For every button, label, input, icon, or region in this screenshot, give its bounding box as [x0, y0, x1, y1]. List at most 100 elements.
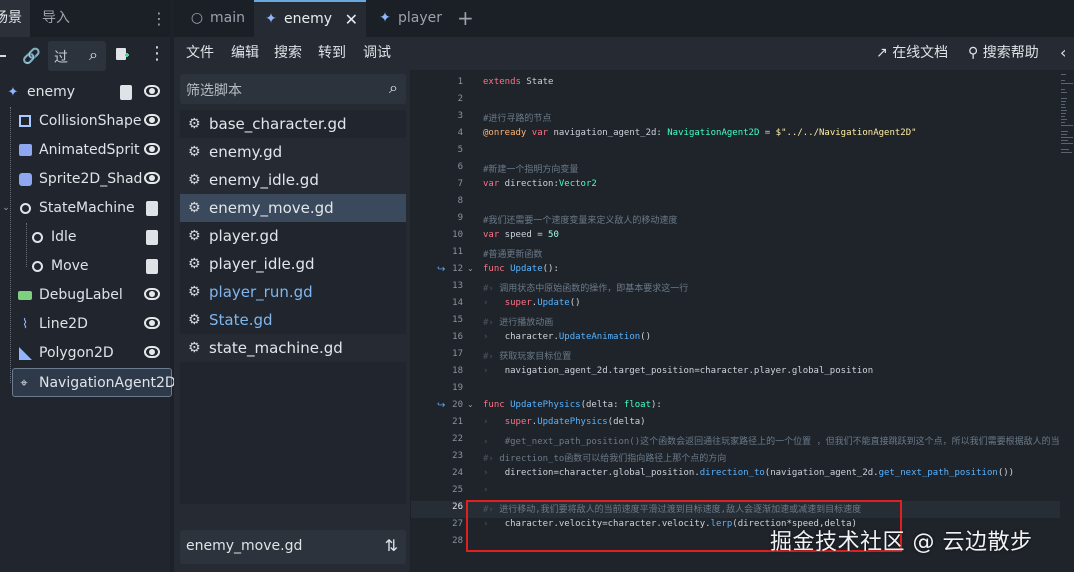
search-icon: ⌕ — [389, 78, 398, 97]
menu-goto[interactable]: 转到 — [318, 37, 346, 70]
scene-menu-icon[interactable]: ⋮ — [148, 44, 166, 64]
menu-file[interactable]: 文件 — [186, 37, 214, 70]
script-name: enemy_move.gd — [209, 199, 334, 217]
sort-icon[interactable]: ⇅ — [385, 536, 398, 555]
tab-import[interactable]: 导入 — [42, 0, 70, 37]
script-icon[interactable] — [120, 85, 132, 100]
minimap-line — [1061, 116, 1065, 117]
scene-node-line2d[interactable]: ⌇ Line2D — [0, 310, 170, 339]
visibility-eye-icon[interactable] — [144, 317, 160, 329]
node-label: CollisionShape — [39, 113, 142, 129]
script-list-item[interactable]: ⚙ base_character.gd — [180, 110, 406, 138]
script-name: State.gd — [209, 311, 273, 329]
tab-player[interactable]: ✦ player — [376, 0, 442, 37]
menu-edit[interactable]: 编辑 — [231, 37, 259, 70]
code-editor[interactable]: 1 2 3 4 5 6 7 8 9 10 11 12 ↪ ⌄ 13 14 15 16 17 18 19 20 ↪ ⌄ 21 22 2… — [411, 70, 1074, 572]
script-icon[interactable] — [146, 230, 158, 245]
node-label: Move — [51, 258, 89, 274]
tab-label: player — [398, 10, 443, 26]
line-number: 5 — [457, 145, 463, 155]
sprite-icon — [16, 165, 34, 197]
line-number: 13 — [452, 281, 463, 291]
visibility-eye-icon[interactable] — [144, 143, 160, 155]
gear-icon: ⚙ — [188, 340, 201, 356]
line-number: 19 — [452, 383, 463, 393]
scene-node-debuglabel[interactable]: DebugLabel — [0, 281, 170, 310]
code-line: @onready var navigation_agent_2d: Naviga… — [483, 128, 917, 138]
script-list-item[interactable]: ⚙ State.gd — [180, 306, 406, 334]
minimap-line — [1061, 131, 1069, 132]
node-circle-icon — [16, 194, 34, 225]
scene-node-animatedsprite[interactable]: AnimatedSprit — [0, 136, 170, 165]
script-icon[interactable] — [146, 259, 158, 274]
line-number: 15 — [452, 315, 463, 325]
script-list-item[interactable]: ⚙ enemy_move.gd — [180, 194, 406, 222]
node-circle-icon — [28, 252, 46, 283]
scene-filter-input[interactable]: 过 ⌕ — [48, 41, 106, 71]
scene-node-collisionshape[interactable]: CollisionShape — [0, 107, 170, 136]
fold-arrow-icon[interactable]: ↪ — [437, 400, 445, 411]
external-link-icon: ↗ — [876, 45, 888, 61]
visibility-eye-icon[interactable] — [144, 288, 160, 300]
script-list-item[interactable]: ⚙ player_idle.gd — [180, 250, 406, 278]
chevron-down-icon[interactable]: ⌄ — [467, 400, 474, 409]
code-line: #› direction_to函数可以给我们指向路径上那个点的方向 — [483, 454, 727, 464]
scene-node-navigationagent2d[interactable]: ⌖ NavigationAgent2D — [12, 368, 176, 397]
menu-debug[interactable]: 调试 — [363, 37, 391, 70]
node-label: DebugLabel — [39, 287, 123, 303]
code-line: #› 获取玩家目标位置 — [483, 352, 572, 362]
link-icon[interactable]: 🔗 — [22, 46, 41, 66]
fold-arrow-icon[interactable]: ↪ — [437, 264, 445, 275]
script-list-item[interactable]: ⚙ player_run.gd — [180, 278, 406, 306]
menu-search[interactable]: 搜索 — [274, 37, 302, 70]
script-list-item[interactable]: ⚙ enemy_idle.gd — [180, 166, 406, 194]
node-label: enemy — [27, 84, 76, 100]
script-name: base_character.gd — [209, 115, 347, 133]
add-node-icon[interactable] — [0, 55, 6, 57]
minimap-line — [1061, 125, 1073, 126]
visibility-eye-icon[interactable] — [144, 114, 160, 126]
scene-dock-tabs: 场景 导入 ⋮ — [0, 0, 170, 37]
minimap[interactable] — [1060, 70, 1074, 180]
script-filter-input[interactable]: 筛选脚本 ⌕ — [180, 74, 406, 104]
code-line: › character.UpdateAnimation() — [483, 332, 651, 342]
scene-node-statemachine[interactable]: ⌄ StateMachine — [0, 194, 170, 223]
visibility-eye-icon[interactable] — [144, 346, 160, 358]
script-icon[interactable] — [146, 201, 158, 216]
chevron-down-icon[interactable]: ⌄ — [467, 264, 474, 273]
script-list-item[interactable]: ⚙ player.gd — [180, 222, 406, 250]
code-line: #进行寻路的节点 — [483, 114, 552, 124]
character-body-icon: ✦ — [379, 10, 391, 26]
tab-main[interactable]: ○ main — [188, 0, 245, 37]
search-help-button[interactable]: ⚲ 搜索帮助 — [968, 37, 1039, 70]
add-tab-icon[interactable]: + — [457, 0, 474, 37]
dock-menu-icon[interactable]: ⋮ — [151, 0, 167, 37]
visibility-eye-icon[interactable] — [144, 172, 160, 184]
scene-node-idle[interactable]: Idle — [0, 223, 170, 252]
scene-tree: ✦ enemy CollisionShape AnimatedSprit Spr… — [0, 78, 176, 397]
scene-node-sprite2d-shadow[interactable]: Sprite2D_Shad — [0, 165, 170, 194]
minimap-line — [1061, 143, 1073, 144]
chevron-down-icon[interactable]: ⌄ — [0, 194, 15, 223]
current-script-field[interactable]: enemy_move.gd ⇅ — [180, 530, 406, 564]
scene-node-polygon2d[interactable]: Polygon2D — [0, 339, 170, 368]
minimap-line — [1061, 80, 1065, 81]
code-line: › super.Update() — [483, 298, 581, 308]
script-list-item[interactable]: ⚙ state_machine.gd — [180, 334, 406, 362]
script-list-item[interactable]: ⚙ enemy.gd — [180, 138, 406, 166]
close-icon[interactable]: ✕ — [345, 2, 358, 37]
minimap-line — [1061, 92, 1067, 93]
attach-script-icon[interactable] — [114, 46, 130, 67]
scene-node-move[interactable]: Move — [0, 252, 170, 281]
tab-enemy[interactable]: ✦ enemy ✕ — [254, 0, 366, 37]
tab-scene[interactable]: 场景 — [0, 0, 30, 37]
search-icon: ⌕ — [89, 45, 98, 64]
online-docs-button[interactable]: ↗ 在线文档 — [876, 37, 948, 70]
collapse-panel-icon[interactable]: ‹ — [1060, 41, 1074, 65]
code-line: var speed = 50 — [483, 230, 559, 240]
visibility-eye-icon[interactable] — [144, 85, 160, 97]
scene-node-enemy[interactable]: ✦ enemy — [0, 78, 170, 107]
code-line: #› 调用状态中原始函数的操作，即基本要求这一行 — [483, 284, 689, 294]
label-icon — [16, 281, 34, 311]
code-line: #新建一个指明方向变量 — [483, 165, 579, 175]
